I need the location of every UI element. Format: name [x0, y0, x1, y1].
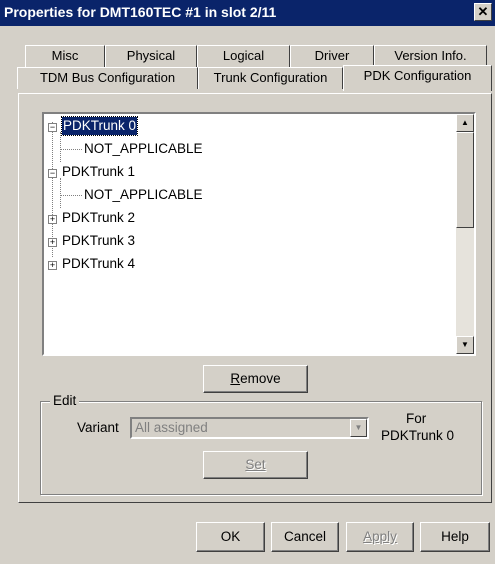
tree-node-not-applicable[interactable]: NOT_APPLICABLE	[84, 186, 203, 204]
tree-node-pdktrunk-3[interactable]: PDKTrunk 3	[62, 232, 135, 250]
collapse-icon[interactable]: −	[48, 169, 57, 178]
tree-connector	[60, 178, 61, 208]
tab-tdm-bus-configuration[interactable]: TDM Bus Configuration	[17, 67, 198, 89]
tab-label: PDK Configuration	[363, 68, 472, 83]
tab-pdk-configuration[interactable]: PDK Configuration	[343, 65, 492, 91]
tab-trunk-configuration[interactable]: Trunk Configuration	[198, 67, 343, 89]
tree-connector	[60, 195, 82, 196]
vertical-scrollbar[interactable]: ▲ ▼	[456, 114, 474, 354]
help-button[interactable]: Help	[420, 522, 490, 552]
tree-node-label: PDKTrunk 4	[62, 256, 136, 271]
variant-combobox[interactable]: All assigned ▼	[130, 417, 369, 439]
tree-node-pdktrunk-4[interactable]: PDKTrunk 4	[62, 255, 135, 273]
button-label: Help	[441, 529, 469, 544]
tab-label: Logical	[222, 48, 265, 63]
button-label: Apply	[363, 529, 397, 544]
for-target-label: PDKTrunk 0	[381, 428, 455, 443]
scroll-down-button[interactable]: ▼	[456, 336, 474, 354]
for-label: For	[406, 411, 427, 426]
title-bar: Properties for DMT160TEC #1 in slot 2/11…	[0, 0, 495, 26]
tab-version-info[interactable]: Version Info.	[374, 45, 487, 67]
tree-node-not-applicable[interactable]: NOT_APPLICABLE	[84, 140, 203, 158]
tree-node-label: PDKTrunk 0	[63, 118, 137, 133]
tab-label: TDM Bus Configuration	[39, 70, 176, 85]
close-button[interactable]: ✕	[474, 3, 492, 21]
arrow-up-icon: ▲	[461, 118, 469, 127]
button-label: OK	[220, 529, 241, 544]
button-label: Set	[245, 457, 266, 472]
tree-node-pdktrunk-2[interactable]: PDKTrunk 2	[62, 209, 135, 227]
expand-icon[interactable]: +	[48, 261, 57, 270]
variant-label: Variant	[77, 420, 119, 435]
close-icon: ✕	[477, 4, 489, 19]
chevron-down-icon: ▼	[354, 423, 363, 432]
scroll-thumb[interactable]	[456, 132, 474, 228]
tab-physical[interactable]: Physical	[105, 45, 197, 67]
accelerator-key: R	[230, 371, 241, 386]
collapse-icon[interactable]: −	[48, 123, 57, 132]
tab-driver[interactable]: Driver	[290, 45, 374, 67]
arrow-down-icon: ▼	[461, 340, 469, 349]
edit-group-label: Edit	[50, 393, 80, 408]
ok-button[interactable]: OK	[196, 522, 265, 552]
tab-label: Misc	[51, 48, 79, 63]
tab-logical[interactable]: Logical	[197, 45, 290, 67]
tree-node-label: PDKTrunk 2	[62, 210, 136, 225]
variant-value: All assigned	[135, 420, 208, 435]
tree-node-label: PDKTrunk 1	[62, 164, 136, 179]
expand-icon[interactable]: +	[48, 238, 57, 247]
tab-label: Driver	[314, 48, 350, 63]
combo-dropdown-button[interactable]: ▼	[350, 419, 367, 437]
tree-node-pdktrunk-1[interactable]: PDKTrunk 1	[62, 163, 135, 181]
tab-label: Trunk Configuration	[213, 70, 328, 85]
button-label: Cancel	[283, 529, 327, 544]
tree-connector	[60, 149, 82, 150]
set-button[interactable]: Set	[203, 451, 308, 479]
expand-icon[interactable]: +	[48, 215, 57, 224]
tree-node-pdktrunk-0[interactable]: PDKTrunk 0	[60, 116, 139, 136]
pdk-tree-view[interactable]: − PDKTrunk 0 NOT_APPLICABLE − PDKTrunk 1…	[42, 112, 476, 356]
scroll-up-button[interactable]: ▲	[456, 114, 474, 132]
button-label: emove	[240, 371, 281, 386]
tree-connector	[60, 132, 61, 162]
tree-node-label: NOT_APPLICABLE	[84, 141, 203, 156]
apply-button[interactable]: Apply	[346, 522, 414, 552]
window-title: Properties for DMT160TEC #1 in slot 2/11	[4, 4, 277, 20]
tab-label: Physical	[126, 48, 176, 63]
tab-misc[interactable]: Misc	[25, 45, 105, 67]
cancel-button[interactable]: Cancel	[271, 522, 339, 552]
tree-node-label: PDKTrunk 3	[62, 233, 136, 248]
tab-label: Version Info.	[394, 48, 467, 63]
tree-node-label: NOT_APPLICABLE	[84, 187, 203, 202]
remove-button[interactable]: Remove	[203, 365, 308, 393]
